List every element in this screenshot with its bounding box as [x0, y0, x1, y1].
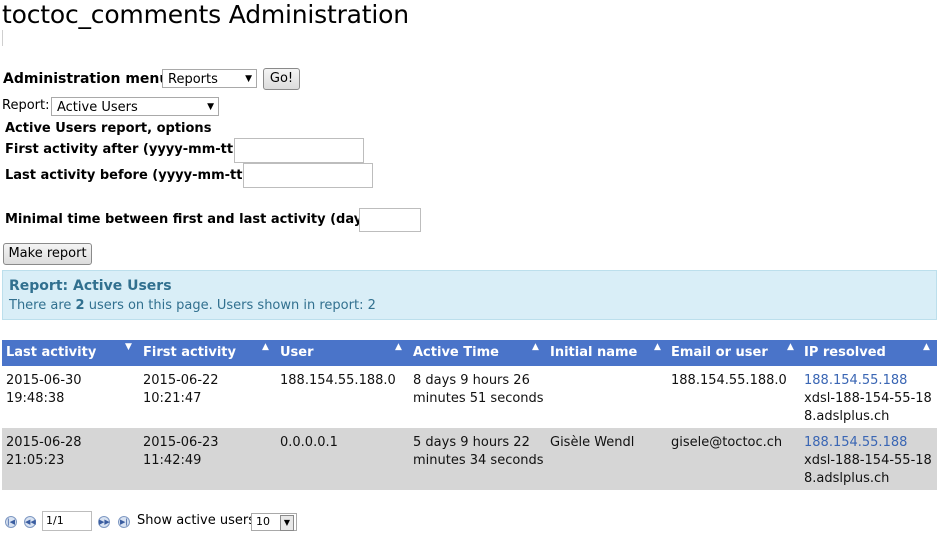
divider [2, 30, 3, 46]
host-line-2: 8.adslplus.ch [804, 471, 890, 486]
cell-first-activity: 2015-06-23 11:42:49 [143, 435, 219, 468]
sort-asc-icon: ▲ [395, 342, 402, 352]
ip-link[interactable]: 188.154.55.188 [804, 372, 932, 390]
cell-initial-name: Gisèle Wendl [550, 435, 635, 450]
last-activity-input[interactable] [243, 163, 373, 188]
first-activity-label: First activity after (yyyy-mm-tt): [5, 142, 245, 157]
report-info-heading: Report: Active Users [9, 278, 172, 294]
column-ip-resolved[interactable]: IP resolved ▲ [804, 340, 935, 366]
report-label: Report: [2, 98, 50, 113]
cell-email: gisele@toctoc.ch [671, 435, 783, 450]
column-first-activity[interactable]: First activity ▲ [143, 340, 276, 366]
report-select[interactable]: Active Users ▼ [51, 97, 219, 116]
sort-desc-icon: ▼ [125, 342, 132, 352]
first-page-icon[interactable]: |◀ [5, 516, 17, 528]
host-line-2: 8.adslplus.ch [804, 409, 890, 424]
page-title: toctoc_comments Administration [2, 0, 409, 29]
users-count: 2 [75, 298, 85, 313]
ip-link[interactable]: 188.154.55.188 [804, 434, 932, 452]
column-email[interactable]: Email or user ▲ [671, 340, 800, 366]
cell-last-activity: 2015-06-28 21:05:23 [6, 435, 82, 468]
cell-ip-resolved: 188.154.55.188 xdsl-188-154-55-18 8.adsl… [804, 434, 932, 488]
last-activity-label: Last activity before (yyyy-mm-tt): [5, 168, 254, 183]
prev-page-icon[interactable]: ◀◀ [24, 516, 36, 528]
column-last-activity[interactable]: Last activity ▼ [6, 340, 139, 366]
show-users-label: Show active users [137, 513, 255, 528]
column-user[interactable]: User ▲ [280, 340, 408, 366]
host-line-1: xdsl-188-154-55-18 [804, 391, 932, 406]
last-page-icon[interactable]: ▶| [118, 516, 130, 528]
admin-menu-selected: Reports [168, 72, 218, 87]
cell-active-time: 8 days 9 hours 26 minutes 51 seconds [413, 373, 544, 406]
page-input[interactable]: 1/1 [42, 511, 92, 531]
cell-active-time: 5 days 9 hours 22 minutes 34 seconds [413, 435, 544, 468]
host-line-1: xdsl-188-154-55-18 [804, 453, 932, 468]
cell-first-activity: 2015-06-22 10:21:47 [143, 373, 219, 406]
per-page-value: 10 [256, 515, 270, 528]
chevron-down-icon: ▼ [245, 74, 252, 84]
report-info-box: Report: Active Users There are 2 users o… [2, 270, 937, 320]
table-row: 2015-06-28 21:05:23 2015-06-23 11:42:49 0.… [2, 428, 937, 490]
admin-menu-select[interactable]: Reports ▼ [162, 69, 257, 88]
report-selected: Active Users [57, 100, 138, 115]
report-info-text: There are 2 users on this page. Users sh… [9, 298, 376, 313]
make-report-button[interactable]: Make report [3, 243, 92, 265]
cell-last-activity: 2015-06-30 19:48:38 [6, 373, 82, 406]
cell-ip-resolved: 188.154.55.188 xdsl-188-154-55-18 8.adsl… [804, 372, 932, 426]
chevron-down-icon: ▼ [280, 515, 294, 531]
go-button[interactable]: Go! [263, 68, 300, 90]
cell-user: 0.0.0.0.1 [280, 435, 338, 450]
admin-menu-label: Administration menu [3, 71, 170, 87]
column-initial-name[interactable]: Initial name ▲ [550, 340, 667, 366]
cell-email: 188.154.55.188.0 [671, 373, 787, 388]
options-heading: Active Users report, options [5, 121, 212, 136]
next-page-icon[interactable]: ▶▶ [98, 516, 110, 528]
min-time-label: Minimal time between first and last acti… [5, 212, 382, 227]
sort-asc-icon: ▲ [532, 342, 539, 352]
cell-user: 188.154.55.188.0 [280, 373, 396, 388]
sort-asc-icon: ▲ [787, 342, 794, 352]
sort-asc-icon: ▲ [262, 342, 269, 352]
per-page-select[interactable]: 10 ▼ [251, 513, 297, 531]
sort-asc-icon: ▲ [923, 342, 930, 352]
first-activity-input[interactable] [234, 138, 364, 163]
sort-asc-icon: ▲ [654, 342, 661, 352]
table-row: 2015-06-30 19:48:38 2015-06-22 10:21:47 18… [2, 366, 937, 428]
min-time-input[interactable] [359, 208, 421, 232]
table-header: Last activity ▼ First activity ▲ User ▲ Act… [2, 340, 937, 366]
chevron-down-icon: ▼ [207, 102, 214, 112]
column-active-time[interactable]: Active Time ▲ [413, 340, 546, 366]
